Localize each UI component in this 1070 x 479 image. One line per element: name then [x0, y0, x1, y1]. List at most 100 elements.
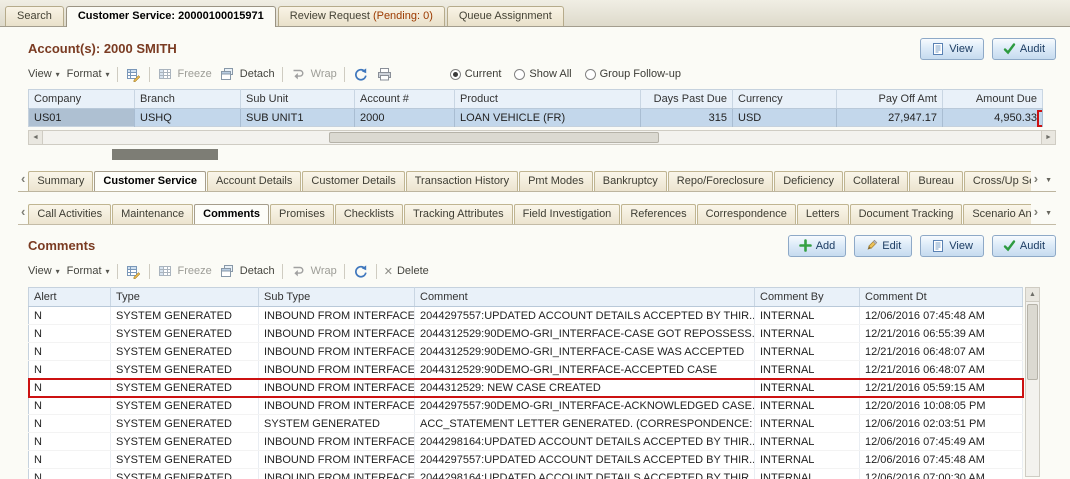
column-header-account[interactable]: Account # [354, 89, 455, 109]
tab-summary[interactable]: Summary [28, 171, 94, 191]
tab-field-investigation[interactable]: Field Investigation [513, 204, 621, 224]
detach-button[interactable]: Detach [219, 66, 275, 83]
comments-edit-button[interactable]: Edit [854, 234, 913, 257]
tab-customer-service[interactable]: Customer Service [94, 171, 206, 191]
freeze-button[interactable]: Freeze [157, 66, 212, 83]
wrap-button[interactable]: Wrap [290, 263, 337, 280]
column-header-days-past-due[interactable]: Days Past Due [640, 89, 733, 109]
comments-view-menu[interactable]: View ▾ [28, 265, 60, 277]
export-grid-icon[interactable] [125, 263, 142, 280]
vertical-scroll-thumb[interactable] [1027, 304, 1038, 380]
column-header-sub-type[interactable]: Sub Type [258, 287, 415, 307]
comment-row[interactable]: N SYSTEM GENERATED INBOUND FROM INTERFACE 2… [28, 432, 1023, 451]
column-header-company[interactable]: Company [28, 89, 135, 109]
top-tab-customer-service[interactable]: Customer Service: 20000100015971 [65, 6, 276, 27]
account-row-selected[interactable]: US01 USHQ SUB UNIT1 2000 LOAN VEHICLE (F… [28, 108, 1043, 127]
tab-scroll-left-icon[interactable]: ‹ [18, 170, 28, 191]
horizontal-scrollbar[interactable]: ◄ ► [28, 130, 1056, 145]
tab-tracking-attributes[interactable]: Tracking Attributes [403, 204, 513, 224]
tab-scroll-right-icon[interactable]: › [1031, 203, 1041, 224]
tab-collateral[interactable]: Collateral [843, 171, 909, 191]
tab-maintenance[interactable]: Maintenance [112, 204, 194, 224]
comment-row[interactable]: N SYSTEM GENERATED INBOUND FROM INTERFACE 2… [28, 396, 1023, 415]
tab-scroll-right-icon[interactable]: › [1031, 170, 1041, 191]
comments-view-button[interactable]: View [920, 234, 984, 257]
tab-document-tracking[interactable]: Document Tracking [849, 204, 963, 224]
column-header-amount-due[interactable]: Amount Due [942, 89, 1043, 109]
comment-row[interactable]: N SYSTEM GENERATED INBOUND FROM INTERFACE 2… [28, 360, 1023, 379]
accounts-view-button[interactable]: View [920, 37, 984, 60]
comments-view-button-label: View [949, 239, 973, 252]
tab-bankruptcy[interactable]: Bankruptcy [593, 171, 667, 191]
accounts-view-menu[interactable]: View ▾ [28, 68, 60, 80]
wrap-button[interactable]: Wrap [290, 66, 337, 83]
tab-overflow-menu-icon[interactable]: ▼ [1041, 210, 1056, 224]
scroll-left-arrow-icon[interactable]: ◄ [29, 131, 43, 144]
accounts-view-menu-label: View [28, 68, 52, 80]
tab-transaction-history[interactable]: Transaction History [405, 171, 519, 191]
accounts-section-title: Account(s): 2000 SMITH [28, 41, 177, 56]
top-tab-review-request[interactable]: Review Request (Pending: 0) [277, 6, 445, 26]
column-header-alert[interactable]: Alert [28, 287, 111, 307]
comments-audit-button[interactable]: Audit [991, 234, 1056, 257]
column-header-comment-dt[interactable]: Comment Dt [859, 287, 1023, 307]
accounts-audit-button[interactable]: Audit [991, 37, 1056, 60]
tab-repo-foreclosure[interactable]: Repo/Foreclosure [667, 171, 774, 191]
accounts-format-menu[interactable]: Format ▾ [67, 68, 110, 80]
column-header-sub-unit[interactable]: Sub Unit [240, 89, 355, 109]
red-highlight-marker [1037, 110, 1042, 127]
column-header-pay-off-amt[interactable]: Pay Off Amt [836, 89, 943, 109]
scroll-right-arrow-icon[interactable]: ► [1041, 131, 1055, 144]
radio-show-all[interactable]: Show All [514, 68, 572, 80]
radio-current[interactable]: Current [449, 68, 501, 80]
tab-scroll-left-icon[interactable]: ‹ [18, 203, 28, 224]
tab-comments[interactable]: Comments [194, 204, 269, 224]
top-tab-queue-assignment[interactable]: Queue Assignment [446, 6, 564, 26]
column-header-currency[interactable]: Currency [732, 89, 837, 109]
vertical-scrollbar[interactable]: ▲ [1025, 287, 1040, 477]
comments-format-menu[interactable]: Format ▾ [67, 265, 110, 277]
column-header-branch[interactable]: Branch [134, 89, 241, 109]
refresh-icon[interactable] [352, 66, 369, 83]
tab-correspondence[interactable]: Correspondence [696, 204, 796, 224]
column-header-type[interactable]: Type [110, 287, 259, 307]
comments-add-button[interactable]: Add [787, 234, 847, 257]
tab-bureau[interactable]: Bureau [909, 171, 963, 191]
detach-button[interactable]: Detach [219, 263, 275, 280]
radio-group-follow-up[interactable]: Group Follow-up [584, 68, 681, 80]
comment-cell: N [28, 432, 111, 451]
horizontal-scroll-thumb[interactable] [329, 132, 659, 143]
tab-cross-up-sell-ac[interactable]: Cross/Up Sell Ac [963, 171, 1031, 191]
comment-row[interactable]: N SYSTEM GENERATED INBOUND FROM INTERFACE 2… [28, 324, 1023, 343]
splitter-handle[interactable] [112, 149, 218, 160]
accounts-header-row: Company Branch Sub Unit Account # Produc… [28, 89, 1043, 109]
column-header-comment-by[interactable]: Comment By [754, 287, 860, 307]
tab-promises[interactable]: Promises [269, 204, 334, 224]
column-header-comment[interactable]: Comment [414, 287, 755, 307]
comment-row[interactable]: N SYSTEM GENERATED SYSTEM GENERATED ACC_STA… [28, 414, 1023, 433]
tab-account-details[interactable]: Account Details [206, 171, 302, 191]
print-icon[interactable] [376, 66, 393, 83]
tab-scenario-an[interactable]: Scenario An [963, 204, 1031, 224]
tab-references[interactable]: References [621, 204, 696, 224]
level2-tabs: Call Activities Maintenance Comments Promis… [28, 204, 1031, 224]
export-grid-icon[interactable] [125, 66, 142, 83]
scroll-up-arrow-icon[interactable]: ▲ [1026, 288, 1039, 302]
tab-checklists[interactable]: Checklists [334, 204, 403, 224]
tab-call-activities[interactable]: Call Activities [28, 204, 112, 224]
freeze-button[interactable]: Freeze [157, 263, 212, 280]
tab-pmt-modes[interactable]: Pmt Modes [519, 171, 593, 191]
tab-deficiency[interactable]: Deficiency [774, 171, 843, 191]
tab-letters[interactable]: Letters [796, 204, 849, 224]
refresh-icon[interactable] [352, 263, 369, 280]
comment-row[interactable]: N SYSTEM GENERATED INBOUND FROM INTERFACE 2… [28, 306, 1023, 325]
comment-row[interactable]: N SYSTEM GENERATED INBOUND FROM INTERFACE 2… [28, 342, 1023, 361]
column-header-product[interactable]: Product [454, 89, 641, 109]
comment-row[interactable]: N SYSTEM GENERATED INBOUND FROM INTERFACE 2… [28, 468, 1023, 479]
tab-customer-details[interactable]: Customer Details [302, 171, 405, 191]
top-tab-search[interactable]: Search [5, 6, 64, 26]
delete-button[interactable]: ✕ Delete [384, 265, 429, 278]
tab-overflow-menu-icon[interactable]: ▼ [1041, 177, 1056, 191]
comment-row[interactable]: N SYSTEM GENERATED INBOUND FROM INTERFACE 2… [27, 377, 1024, 398]
comment-row[interactable]: N SYSTEM GENERATED INBOUND FROM INTERFACE 2… [28, 450, 1023, 469]
